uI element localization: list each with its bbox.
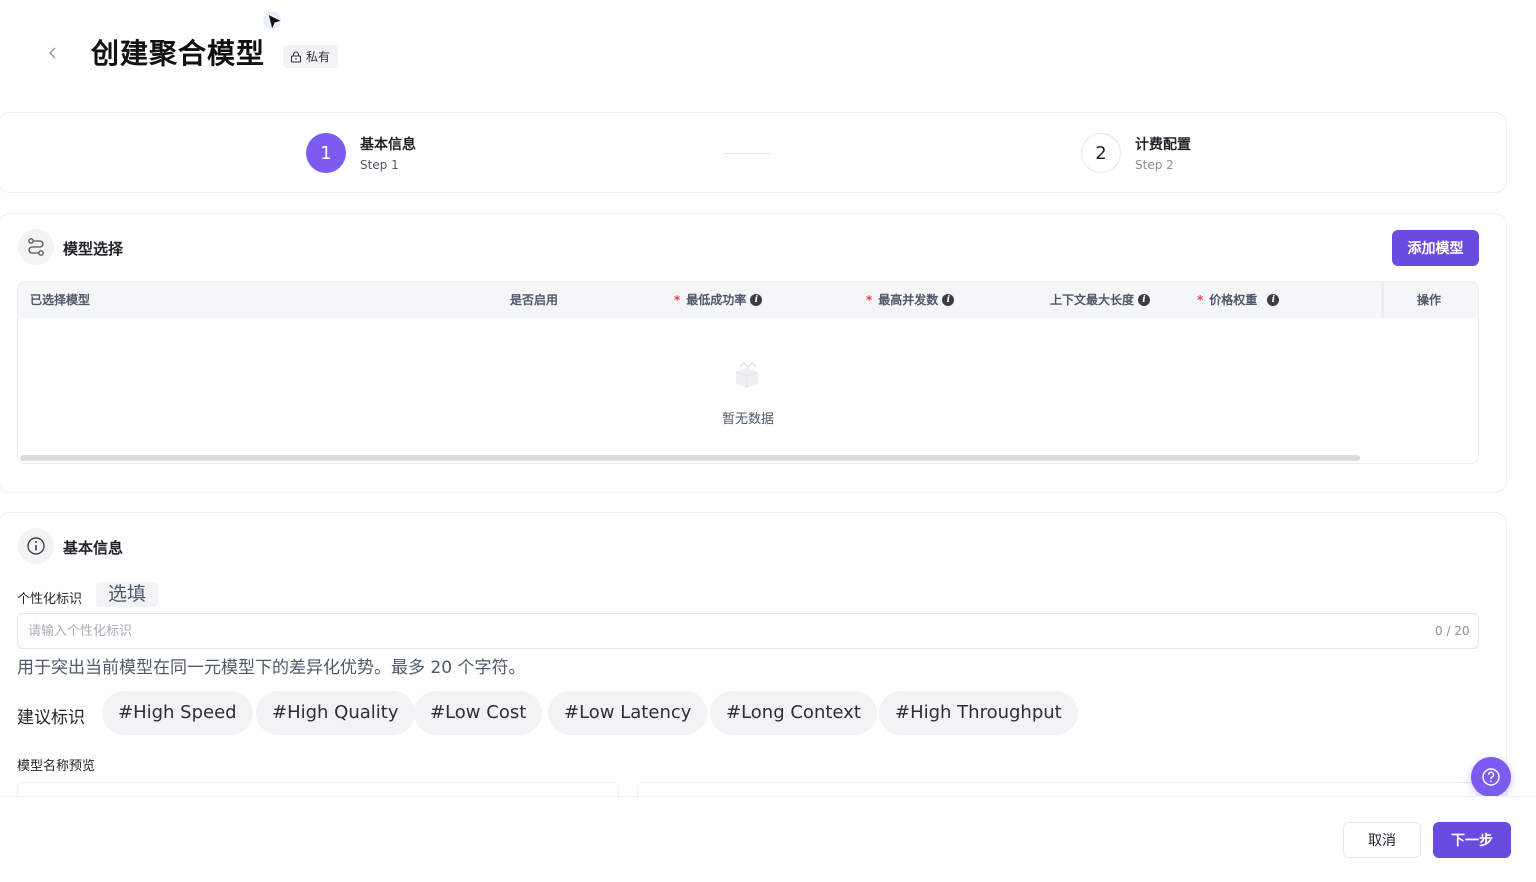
step-billing-config[interactable]: 2 计费配置 Step 2 [1081, 133, 1191, 173]
step-title: 基本信息 [360, 137, 416, 153]
back-icon[interactable] [44, 44, 62, 66]
suggestion-chip-long-context[interactable]: #Long Context [710, 691, 877, 735]
info-icon[interactable]: i [942, 294, 955, 306]
step-number: 1 [306, 133, 346, 173]
horizontal-scrollbar[interactable] [20, 455, 1360, 461]
sticky-column-divider [1381, 282, 1384, 318]
footer-bar: 取消 下一步 [0, 796, 1536, 882]
mouse-cursor-icon [263, 11, 284, 32]
step-subtitle: Step 1 [360, 158, 399, 172]
section-title: 模型选择 [63, 240, 124, 258]
private-badge: 私有 [283, 45, 339, 68]
optional-badge: 选填 [96, 582, 159, 607]
column-price-weight: * 价格权重 i [1197, 282, 1280, 318]
step-number: 2 [1081, 133, 1121, 173]
selected-models-table: 已选择模型 是否启用 * 最低成功率 i * 最高并发数 i 上下文最大长度 i *… [17, 281, 1479, 464]
column-max-context: 上下文最大长度 i [1050, 282, 1151, 318]
column-min-success-rate: * 最低成功率 i [674, 282, 763, 318]
column-enabled: 是否启用 [510, 293, 559, 307]
create-aggregate-model-page: 创建聚合模型 私有 1 基本信息 Step 1 2 计费配置 Step 2 模型… [0, 0, 1536, 882]
suggestion-chip-low-latency[interactable]: #Low Latency [548, 691, 708, 735]
suggestion-chip-low-cost[interactable]: #Low Cost [414, 691, 543, 735]
route-icon [18, 229, 54, 265]
column-selected-model: 已选择模型 [30, 293, 91, 307]
page-title: 创建聚合模型 [91, 37, 266, 70]
help-button[interactable] [1471, 757, 1511, 797]
table-header: 已选择模型 是否启用 * 最低成功率 i * 最高并发数 i 上下文最大长度 i *… [18, 282, 1478, 318]
model-selection-card: 模型选择 添加模型 已选择模型 是否启用 * 最低成功率 i * 最高并发数 i 上… [0, 213, 1507, 493]
info-circle-icon [18, 528, 54, 564]
info-icon[interactable]: i [750, 294, 763, 306]
tag-help-text: 用于突出当前模型在同一元模型下的差异化优势。最多 20 个字符。 [17, 658, 526, 678]
section-title: 基本信息 [63, 539, 124, 557]
add-model-button[interactable]: 添加模型 [1392, 230, 1479, 266]
suggestion-chip-high-quality[interactable]: #High Quality [256, 691, 415, 735]
step-subtitle: Step 2 [1135, 158, 1174, 172]
private-badge-label: 私有 [306, 50, 331, 64]
step-title: 计费配置 [1135, 137, 1191, 153]
lock-icon [290, 50, 302, 63]
char-counter: 0 / 20 [1435, 624, 1470, 638]
empty-text: 暂无数据 [721, 412, 774, 427]
column-max-concurrency: * 最高并发数 i [866, 282, 955, 318]
empty-state: 暂无数据 [18, 318, 1478, 458]
step-connector [723, 153, 771, 154]
suggest-label: 建议标识 [17, 708, 85, 728]
info-icon[interactable]: i [1138, 294, 1151, 306]
next-step-button[interactable]: 下一步 [1433, 822, 1511, 858]
tag-field-label: 个性化标识 [17, 592, 83, 607]
cancel-button[interactable]: 取消 [1343, 822, 1421, 858]
suggestion-chip-high-throughput[interactable]: #High Throughput [879, 691, 1078, 735]
empty-box-icon [735, 362, 759, 388]
suggestion-chip-high-speed[interactable]: #High Speed [102, 691, 253, 735]
step-basic-info[interactable]: 1 基本信息 Step 1 [306, 133, 416, 173]
custom-tag-input[interactable] [17, 613, 1479, 649]
question-circle-icon [1482, 768, 1500, 786]
info-icon[interactable]: i [1267, 294, 1280, 306]
column-actions: 操作 [1417, 293, 1442, 307]
preview-label: 模型名称预览 [17, 759, 96, 774]
stepper: 1 基本信息 Step 1 2 计费配置 Step 2 [0, 112, 1507, 193]
